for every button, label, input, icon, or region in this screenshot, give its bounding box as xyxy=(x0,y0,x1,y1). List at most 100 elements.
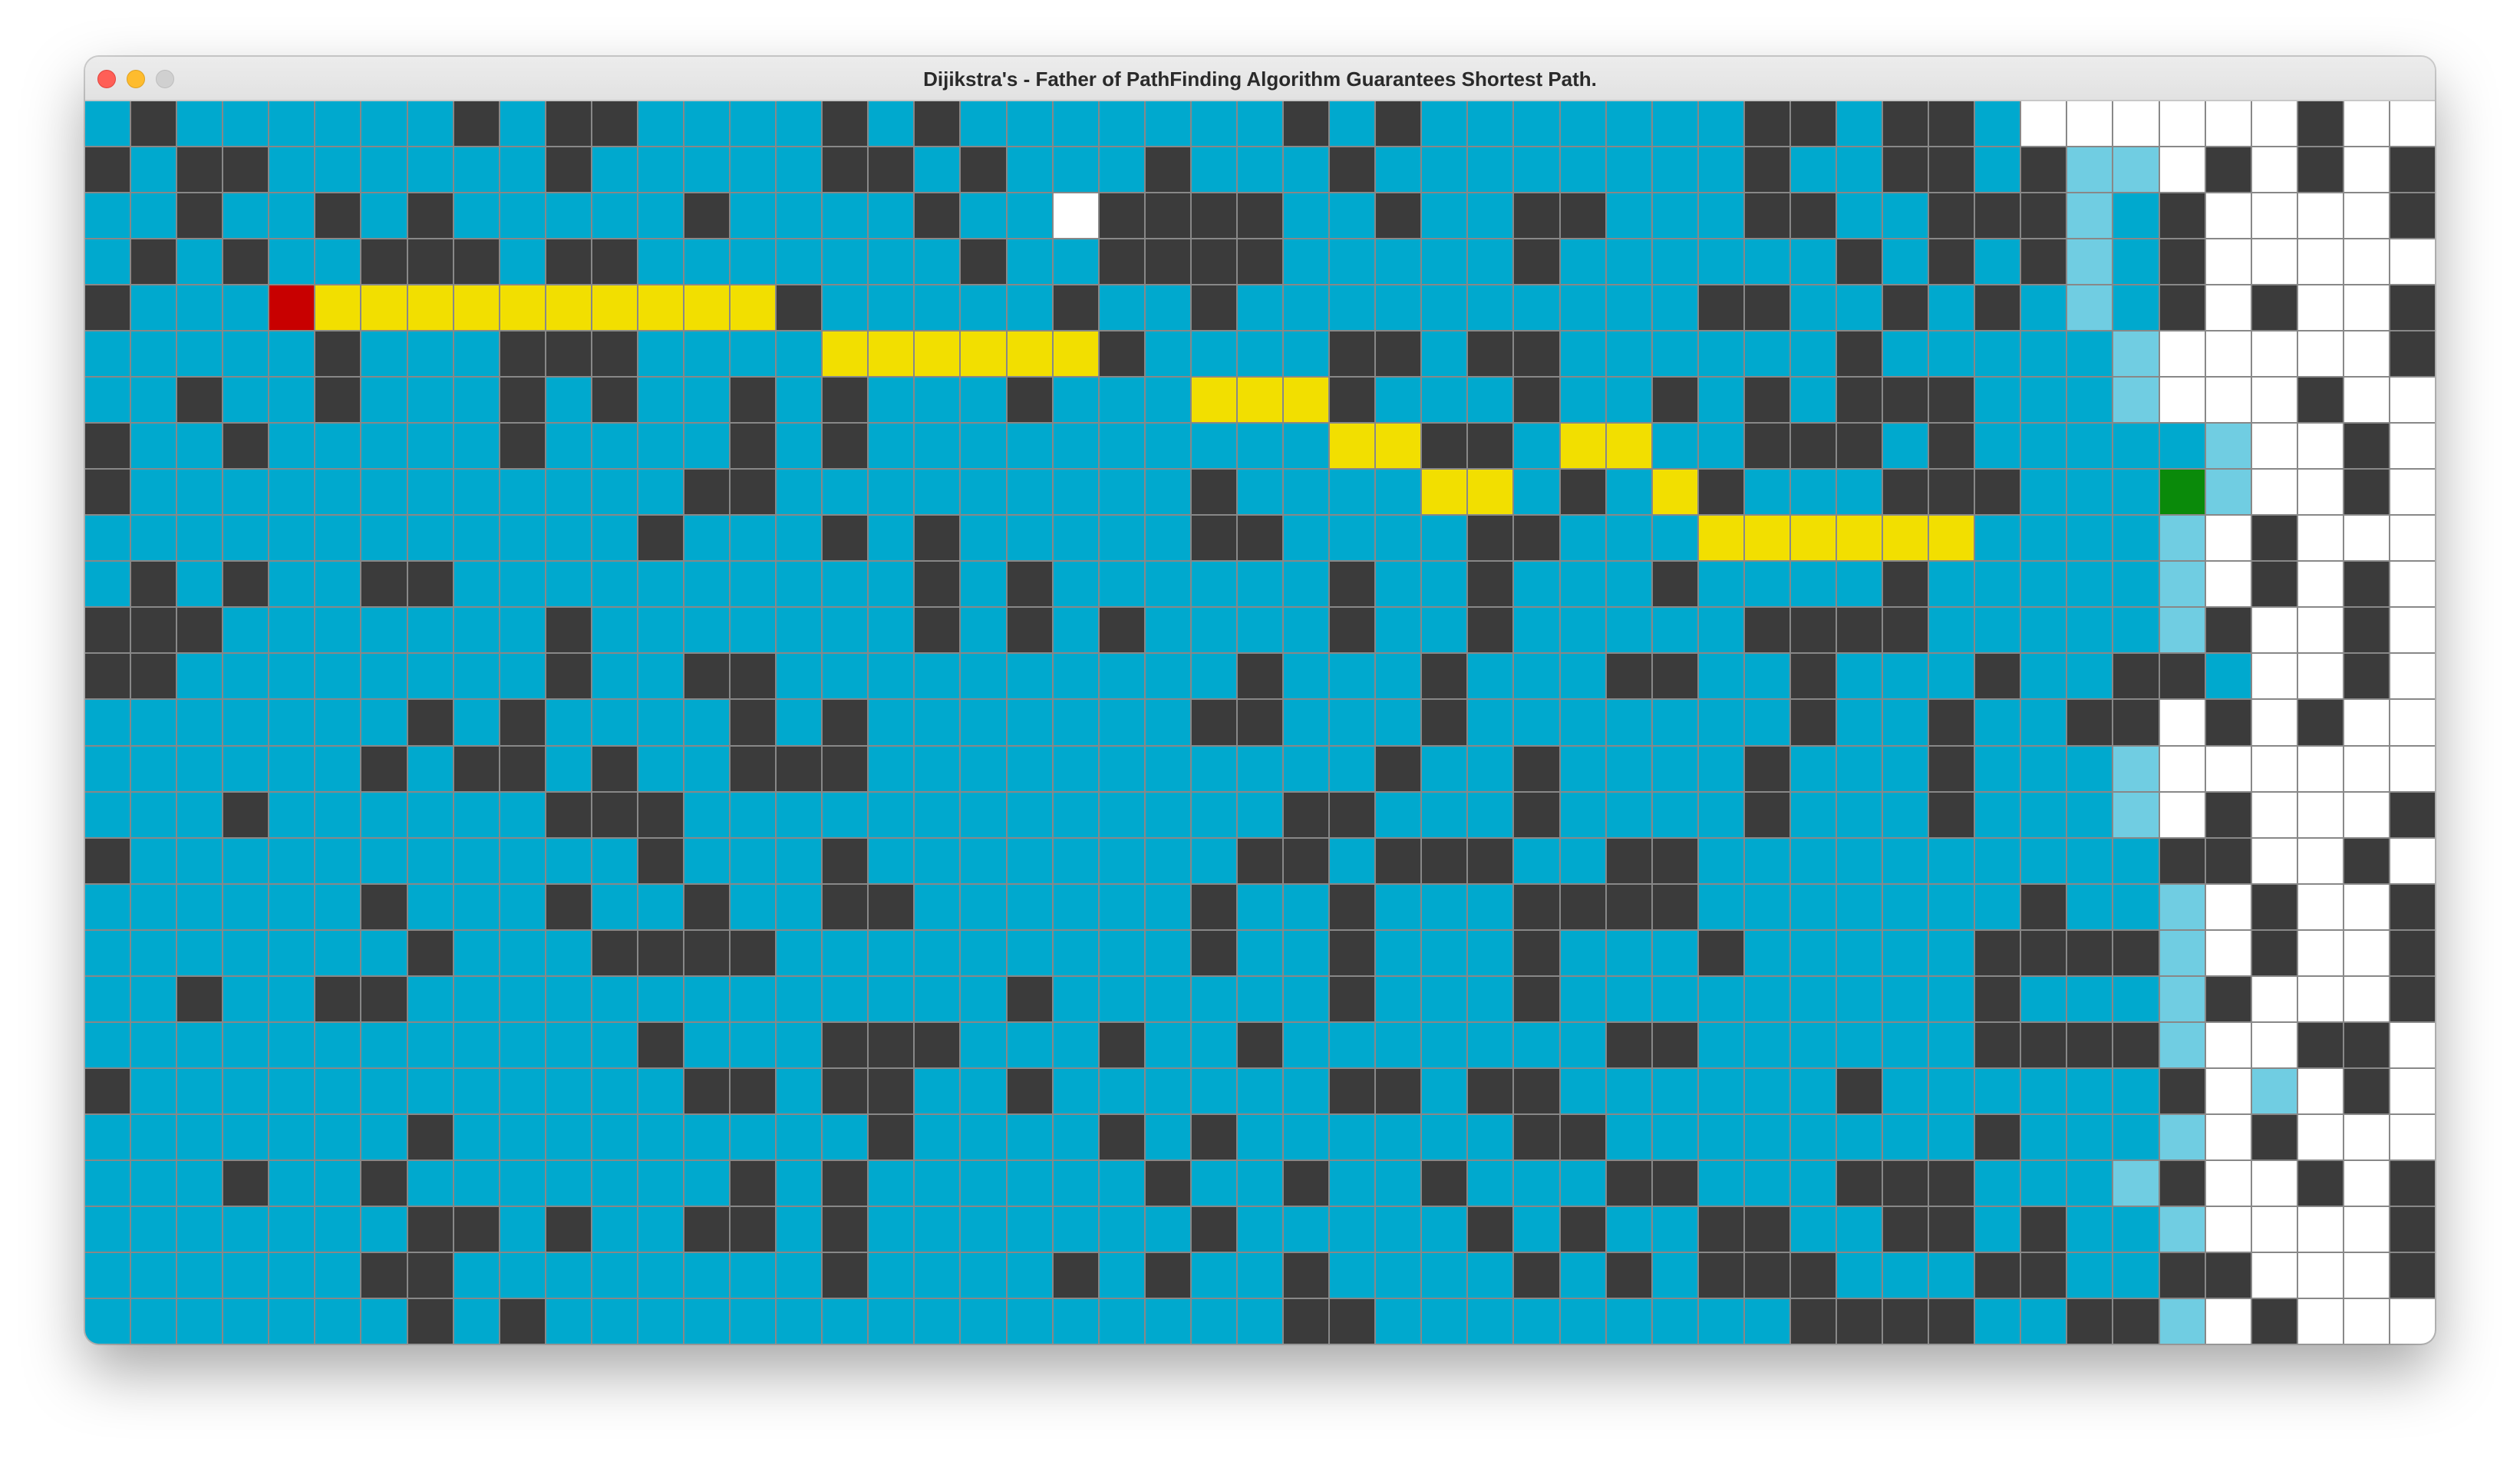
grid-cell-visited[interactable] xyxy=(1330,1022,1375,1067)
grid-cell-wall[interactable] xyxy=(684,884,730,929)
grid-cell-visited[interactable] xyxy=(177,1068,223,1113)
grid-cell-path[interactable] xyxy=(684,285,730,331)
grid-cell-visited[interactable] xyxy=(869,285,914,331)
grid-cell-wall[interactable] xyxy=(731,378,776,423)
grid-cell-visited[interactable] xyxy=(1698,101,1743,147)
grid-cell-visited[interactable] xyxy=(869,792,914,837)
grid-cell-wall[interactable] xyxy=(2344,608,2389,653)
grid-cell-visited[interactable] xyxy=(315,516,361,561)
grid-cell-visited[interactable] xyxy=(1606,930,1651,975)
grid-cell-visited[interactable] xyxy=(1237,608,1283,653)
grid-cell-wall[interactable] xyxy=(1514,1068,1559,1113)
grid-cell-unvisited[interactable] xyxy=(2251,378,2297,423)
grid-cell-wall[interactable] xyxy=(2113,1022,2159,1067)
grid-cell-visited[interactable] xyxy=(1929,1114,1974,1159)
grid-cell-visited[interactable] xyxy=(592,608,637,653)
grid-cell-visited[interactable] xyxy=(684,1252,730,1298)
grid-cell-wall[interactable] xyxy=(1053,285,1098,331)
grid-cell-wall[interactable] xyxy=(85,147,130,193)
grid-cell-visited[interactable] xyxy=(2113,562,2159,607)
grid-cell-visited[interactable] xyxy=(131,700,176,745)
grid-cell-wall[interactable] xyxy=(315,193,361,239)
grid-cell-visited[interactable] xyxy=(361,1022,407,1067)
grid-cell-visited[interactable] xyxy=(1376,285,1421,331)
grid-cell-visited[interactable] xyxy=(1652,1252,1697,1298)
grid-cell-visited[interactable] xyxy=(915,700,960,745)
grid-cell-wall[interactable] xyxy=(223,424,269,469)
grid-cell-wall[interactable] xyxy=(869,1068,914,1113)
grid-cell-frontier[interactable] xyxy=(2067,193,2113,239)
grid-cell-visited[interactable] xyxy=(1652,976,1697,1021)
grid-cell-wall[interactable] xyxy=(1284,792,1329,837)
grid-cell-visited[interactable] xyxy=(1237,976,1283,1021)
grid-cell-visited[interactable] xyxy=(638,884,684,929)
grid-cell-visited[interactable] xyxy=(869,1160,914,1206)
grid-cell-wall[interactable] xyxy=(592,746,637,791)
grid-cell-visited[interactable] xyxy=(731,884,776,929)
grid-cell-wall[interactable] xyxy=(1514,792,1559,837)
grid-cell-visited[interactable] xyxy=(1237,884,1283,929)
grid-cell-visited[interactable] xyxy=(131,193,176,239)
grid-cell-visited[interactable] xyxy=(777,1298,822,1344)
grid-cell-visited[interactable] xyxy=(454,1114,499,1159)
grid-cell-visited[interactable] xyxy=(1698,193,1743,239)
grid-cell-unvisited[interactable] xyxy=(2297,1298,2343,1344)
grid-cell-wall[interactable] xyxy=(1975,285,2020,331)
grid-cell-visited[interactable] xyxy=(1883,1114,1928,1159)
grid-cell-visited[interactable] xyxy=(1698,746,1743,791)
grid-cell-wall[interactable] xyxy=(2205,838,2251,883)
grid-cell-wall[interactable] xyxy=(592,930,637,975)
grid-cell-visited[interactable] xyxy=(1560,838,1605,883)
grid-cell-wall[interactable] xyxy=(1790,654,1836,699)
grid-cell-wall[interactable] xyxy=(1744,101,1789,147)
grid-cell-visited[interactable] xyxy=(823,976,868,1021)
grid-cell-visited[interactable] xyxy=(1652,424,1697,469)
grid-cell-wall[interactable] xyxy=(1790,101,1836,147)
grid-cell-visited[interactable] xyxy=(2067,1160,2113,1206)
grid-cell-visited[interactable] xyxy=(407,1068,453,1113)
grid-cell-visited[interactable] xyxy=(1237,1114,1283,1159)
grid-cell-wall[interactable] xyxy=(1514,746,1559,791)
grid-cell-frontier[interactable] xyxy=(2159,1206,2205,1252)
grid-cell-visited[interactable] xyxy=(1975,1068,2020,1113)
grid-cell-visited[interactable] xyxy=(777,470,822,515)
grid-cell-visited[interactable] xyxy=(1652,746,1697,791)
grid-cell-visited[interactable] xyxy=(1606,1206,1651,1252)
grid-cell-wall[interactable] xyxy=(731,1160,776,1206)
grid-cell-visited[interactable] xyxy=(731,562,776,607)
grid-cell-visited[interactable] xyxy=(454,562,499,607)
grid-cell-unvisited[interactable] xyxy=(2159,147,2205,193)
grid-cell-visited[interactable] xyxy=(223,1252,269,1298)
grid-cell-visited[interactable] xyxy=(223,884,269,929)
grid-cell-visited[interactable] xyxy=(1330,1114,1375,1159)
grid-cell-visited[interactable] xyxy=(961,792,1006,837)
grid-cell-wall[interactable] xyxy=(1744,285,1789,331)
grid-cell-wall[interactable] xyxy=(2159,1068,2205,1113)
grid-cell-visited[interactable] xyxy=(1422,608,1467,653)
grid-cell-visited[interactable] xyxy=(638,332,684,377)
grid-cell-wall[interactable] xyxy=(823,378,868,423)
grid-cell-visited[interactable] xyxy=(2113,608,2159,653)
grid-cell-visited[interactable] xyxy=(2113,976,2159,1021)
grid-cell-wall[interactable] xyxy=(1790,193,1836,239)
grid-cell-wall[interactable] xyxy=(1790,700,1836,745)
grid-cell-wall[interactable] xyxy=(1883,101,1928,147)
grid-cell-unvisited[interactable] xyxy=(2390,101,2435,147)
grid-cell-wall[interactable] xyxy=(1284,101,1329,147)
grid-cell-unvisited[interactable] xyxy=(2251,193,2297,239)
grid-cell-wall[interactable] xyxy=(1468,516,1513,561)
grid-cell-wall[interactable] xyxy=(2159,1160,2205,1206)
grid-cell-path[interactable] xyxy=(1237,378,1283,423)
grid-cell-visited[interactable] xyxy=(223,285,269,331)
grid-cell-visited[interactable] xyxy=(1237,746,1283,791)
grid-cell-visited[interactable] xyxy=(1652,608,1697,653)
grid-cell-visited[interactable] xyxy=(1698,562,1743,607)
grid-cell-path[interactable] xyxy=(638,285,684,331)
grid-cell-visited[interactable] xyxy=(361,424,407,469)
grid-cell-visited[interactable] xyxy=(1007,1252,1052,1298)
grid-cell-visited[interactable] xyxy=(546,193,591,239)
grid-cell-visited[interactable] xyxy=(269,1022,315,1067)
grid-cell-visited[interactable] xyxy=(2113,516,2159,561)
grid-cell-visited[interactable] xyxy=(500,608,545,653)
grid-cell-unvisited[interactable] xyxy=(2297,838,2343,883)
